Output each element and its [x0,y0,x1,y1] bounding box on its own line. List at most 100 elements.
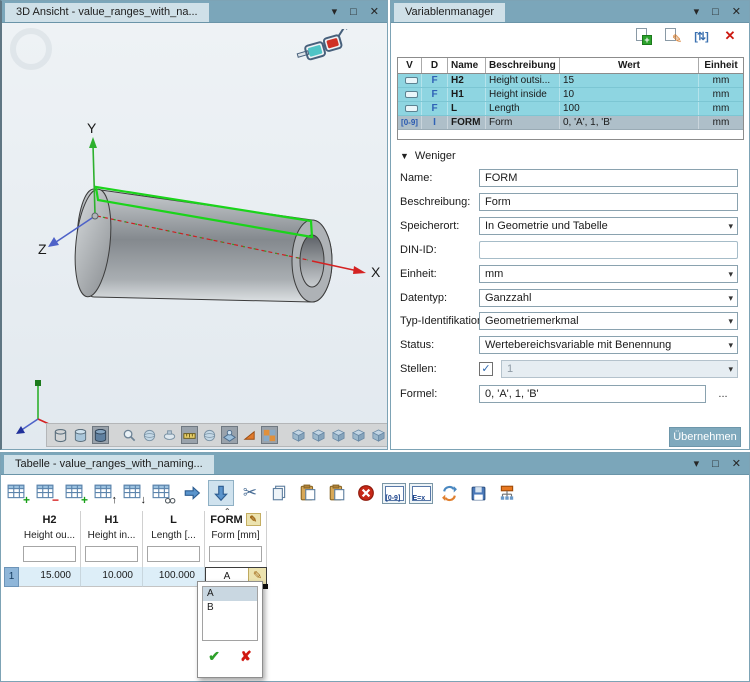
digits-value: 1 [507,363,513,375]
chevron-down-icon[interactable]: ▾ [728,313,733,329]
delete-all-icon[interactable] [353,480,379,506]
column-header-form[interactable]: ˆ FORM✎ [205,511,267,529]
column-header-h1[interactable]: H1 [81,511,143,529]
chevron-down-icon[interactable]: ▾ [728,266,733,282]
variable-row[interactable]: F H2 Height outsi... 15 mm [398,74,743,88]
chevron-down-icon[interactable]: ▾ [728,218,733,234]
col-v[interactable]: V [398,58,422,73]
variable-row[interactable]: F H1 Height inside 10 mm [398,88,743,102]
apply-button[interactable]: Übernehmen [669,427,741,447]
view-shaded-edges-icon[interactable] [92,426,109,444]
3d-viewport[interactable]: Y Z X [2,23,387,449]
add-row-icon[interactable]: + [5,480,31,506]
close-icon[interactable]: ✕ [370,1,379,23]
type-id-select[interactable]: Geometriemerkmal▾ [479,312,738,330]
din-id-input[interactable] [479,241,738,259]
add-variable-icon[interactable]: + [634,27,652,45]
maximize-icon[interactable]: □ [350,1,357,23]
view-iso-icon[interactable] [290,426,307,444]
cell-l[interactable]: 100.000 [143,567,205,587]
col-name[interactable]: Name [448,58,486,73]
search-rows-icon[interactable] [150,480,176,506]
variable-row-selected[interactable]: [0-9] I FORM Form 0, 'A', 1, 'B' mm [398,116,743,130]
table-title-tab[interactable]: Tabelle - value_ranges_with_naming... [4,455,214,474]
col-einheit[interactable]: Einheit [699,58,743,73]
list-item[interactable]: B [203,601,257,615]
view-shaded-icon[interactable] [72,426,89,444]
edit-column-icon[interactable]: ✎ [246,513,261,526]
status-select[interactable]: Wertebereichsvariable mit Benennung▾ [479,336,738,354]
zoom-icon[interactable] [121,426,138,444]
cancel-button[interactable]: ✘ [240,648,252,665]
view-left-icon[interactable] [350,426,367,444]
col-beschreibung[interactable]: Beschreibung [486,58,560,73]
move-row-up-icon[interactable]: ↑ [92,480,118,506]
cell-h1[interactable]: 10.000 [81,567,143,587]
delete-variable-icon[interactable]: ✕ [721,27,739,45]
col-d[interactable]: D [422,58,448,73]
section-icon[interactable] [241,426,258,444]
confirm-button[interactable]: ✔ [208,648,220,665]
variable-manager-title-tab[interactable]: Variablenmanager [394,3,505,22]
delete-row-icon[interactable]: − [34,480,60,506]
filter-input-l[interactable] [147,546,200,562]
zoom-fit-icon[interactable] [141,426,158,444]
view-front-icon[interactable] [310,426,327,444]
3d-view-title-tab[interactable]: 3D Ansicht - value_ranges_with_na... [5,3,209,22]
datatype-select[interactable]: Ganzzahl▾ [479,289,738,307]
copy-icon[interactable] [266,480,292,506]
copy-variable-icon[interactable]: [⇅] [692,27,710,45]
collapse-toggle[interactable]: ▼ Weniger [400,150,456,162]
panel-menu-icon[interactable]: ▾ [694,453,700,475]
refresh-icon[interactable] [436,480,462,506]
formula-input[interactable]: 0, 'A', 1, 'B' [479,385,706,403]
close-icon[interactable]: ✕ [732,1,741,23]
maximize-icon[interactable]: □ [712,1,719,23]
storage-select[interactable]: In Geometrie und Tabelle▾ [479,217,738,235]
row-number[interactable]: 1 [4,567,19,587]
formula-more-button[interactable]: ... [714,389,732,405]
view-back-icon[interactable] [330,426,347,444]
3d-view-title: 3D Ansicht - value_ranges_with_na... [16,6,198,18]
digits-checkbox[interactable]: ✓ [479,362,493,376]
move-row-down-icon[interactable]: ↓ [121,480,147,506]
cut-icon[interactable]: ✂ [237,480,263,506]
clip-plane-icon[interactable] [221,426,238,444]
formula-mode-button[interactable]: E=x [409,483,433,504]
list-item[interactable]: A [203,587,257,601]
origin-marker [92,213,98,219]
value-range-mode-button[interactable]: [0-9] [382,483,406,504]
orbit-icon[interactable] [161,426,178,444]
col-wert[interactable]: Wert [560,58,699,73]
texture-icon[interactable] [261,426,278,444]
measure-icon[interactable] [181,426,198,444]
column-header-l[interactable]: L [143,511,205,529]
paste-icon[interactable] [295,480,321,506]
panel-menu-icon[interactable]: ▾ [332,1,338,23]
filter-input-h1[interactable] [85,546,138,562]
variable-row[interactable]: F L Length 100 mm [398,102,743,116]
maximize-icon[interactable]: □ [712,453,719,475]
name-input[interactable]: FORM [479,169,738,187]
chevron-down-icon[interactable]: ▾ [728,290,733,306]
description-input[interactable]: Form [479,193,738,211]
cell-fill-handle[interactable] [263,584,268,589]
paste-special-icon[interactable] [324,480,350,506]
filter-input-form[interactable] [209,546,262,562]
close-icon[interactable]: ✕ [732,453,741,475]
edit-variable-icon[interactable]: ✎ [663,27,681,45]
import-row-icon[interactable] [208,480,234,506]
panel-menu-icon[interactable]: ▾ [694,1,700,23]
render-sphere-icon[interactable] [201,426,218,444]
chevron-down-icon[interactable]: ▾ [728,337,733,353]
column-header-h2[interactable]: H2 [19,511,81,529]
unit-select[interactable]: mm▾ [479,265,738,283]
save-icon[interactable] [465,480,491,506]
structure-tree-icon[interactable] [494,480,520,506]
view-right-icon[interactable] [370,426,387,444]
view-wireframe-icon[interactable] [52,426,69,444]
cell-h2[interactable]: 15.000 [19,567,81,587]
insert-row-icon[interactable]: + [63,480,89,506]
export-row-icon[interactable] [179,480,205,506]
filter-input-h2[interactable] [23,546,76,562]
